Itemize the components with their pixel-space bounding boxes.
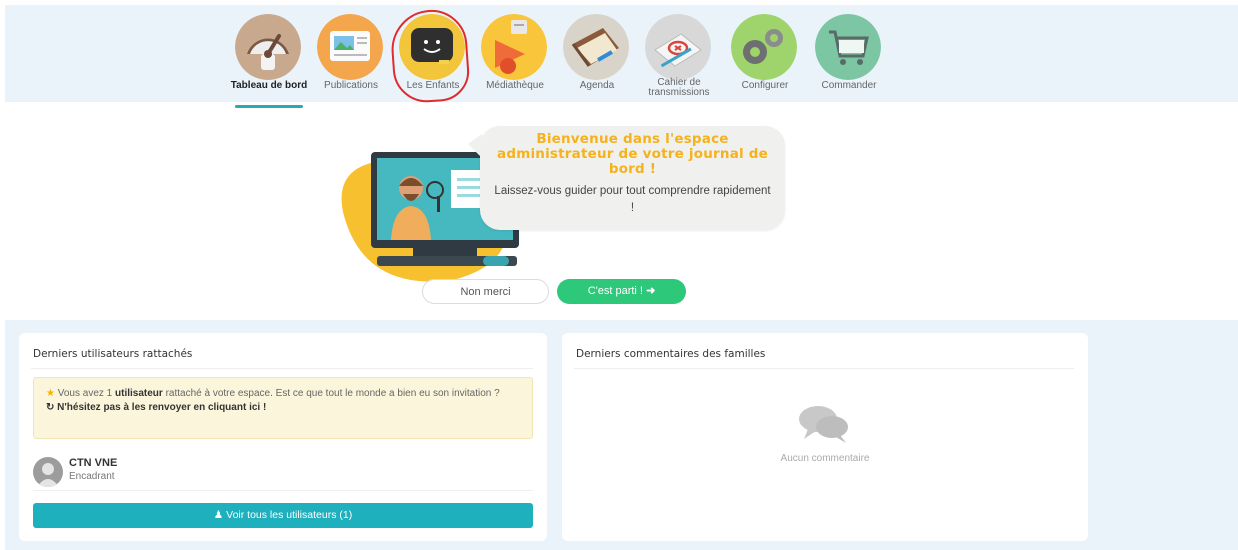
invitation-notice: ★ Vous avez 1 utilisateur rattaché à vot… [33, 377, 533, 439]
nav-item-agenda[interactable]: Agenda [557, 14, 637, 102]
nav-label: Publications [324, 80, 378, 91]
start-tour-label: C'est parti ! [587, 285, 643, 297]
recent-comments-card: Derniers commentaires des familles Aucun… [562, 333, 1088, 541]
welcome-speech-bubble: Bienvenue dans l'espace administrateur d… [468, 126, 785, 230]
nav-label: Médiathèque [486, 80, 544, 91]
nav-item-order[interactable]: Commander [809, 14, 889, 102]
nav-label: Cahier de transmissions [648, 77, 710, 98]
decline-tour-button[interactable]: Non merci [422, 279, 549, 304]
arrow-right-icon: ➜ [646, 285, 656, 297]
resend-invitations-link[interactable]: ↻ N'hésitez pas à les renvoyer en cliqua… [46, 401, 520, 414]
shopping-cart-icon [815, 14, 881, 80]
decline-tour-label: Non merci [460, 286, 511, 298]
chat-bubbles-icon [794, 401, 854, 447]
notice-text-post: rattaché à votre espace. Est ce que tout… [165, 388, 500, 399]
welcome-title: Bienvenue dans l'espace administrateur d… [497, 131, 768, 177]
welcome-section: Bienvenue dans l'espace administrateur d… [0, 102, 1238, 320]
no-comments-text: Aucun commentaire [780, 453, 870, 464]
nav-item-media-library[interactable]: Médiathèque [475, 14, 555, 102]
transmissions-notebook-icon [645, 14, 711, 80]
nav-label: Tableau de bord [230, 80, 308, 91]
user-role: Encadrant [69, 471, 115, 482]
people-icon: ★ [46, 388, 55, 399]
gears-icon [731, 14, 797, 80]
recent-users-card: Derniers utilisateurs rattachés ★ Vous a… [19, 333, 547, 541]
top-navigation: Tableau de bord Publications Les Enfants… [5, 5, 1238, 108]
dashboard-gauge-icon [235, 14, 301, 80]
refresh-icon: ↻ [46, 402, 55, 413]
nav-label: Configurer [741, 80, 789, 91]
highlight-annotation-circle [388, 7, 472, 105]
welcome-text: Laissez-vous guider pour tout comprendre… [494, 185, 771, 214]
recent-users-title: Derniers utilisateurs rattachés [33, 348, 193, 360]
divider [574, 368, 1074, 369]
resend-invitations-label: N'hésitez pas à les renvoyer en cliquant… [57, 402, 267, 413]
see-all-users-label: Voir tous les utilisateurs (1) [226, 509, 353, 521]
recent-comments-title: Derniers commentaires des familles [576, 348, 766, 360]
nav-item-publications[interactable]: Publications [311, 14, 391, 102]
start-tour-button[interactable]: C'est parti ! ➜ [557, 279, 686, 304]
nav-label: Agenda [579, 80, 615, 91]
nav-item-dashboard[interactable]: Tableau de bord [229, 14, 309, 108]
see-all-users-button[interactable]: ♟ Voir tous les utilisateurs (1) [33, 503, 533, 528]
nav-item-configure[interactable]: Configurer [725, 14, 805, 102]
nav-label: Commander [821, 80, 877, 91]
publications-icon [317, 14, 383, 80]
notice-text-pre: Vous avez 1 [57, 388, 113, 399]
media-library-icon [481, 14, 547, 80]
avatar [33, 457, 63, 487]
notice-text-bold: utilisateur [115, 388, 163, 399]
user-icon: ♟ [213, 509, 224, 521]
nav-item-transmissions[interactable]: Cahier de transmissions [639, 14, 719, 102]
user-name: CTN VNE [69, 457, 118, 469]
agenda-icon [563, 14, 629, 80]
user-list-item[interactable]: CTN VNE Encadrant [33, 455, 533, 491]
divider [31, 368, 533, 369]
dashboard-panels: Derniers utilisateurs rattachés ★ Vous a… [5, 320, 1238, 550]
